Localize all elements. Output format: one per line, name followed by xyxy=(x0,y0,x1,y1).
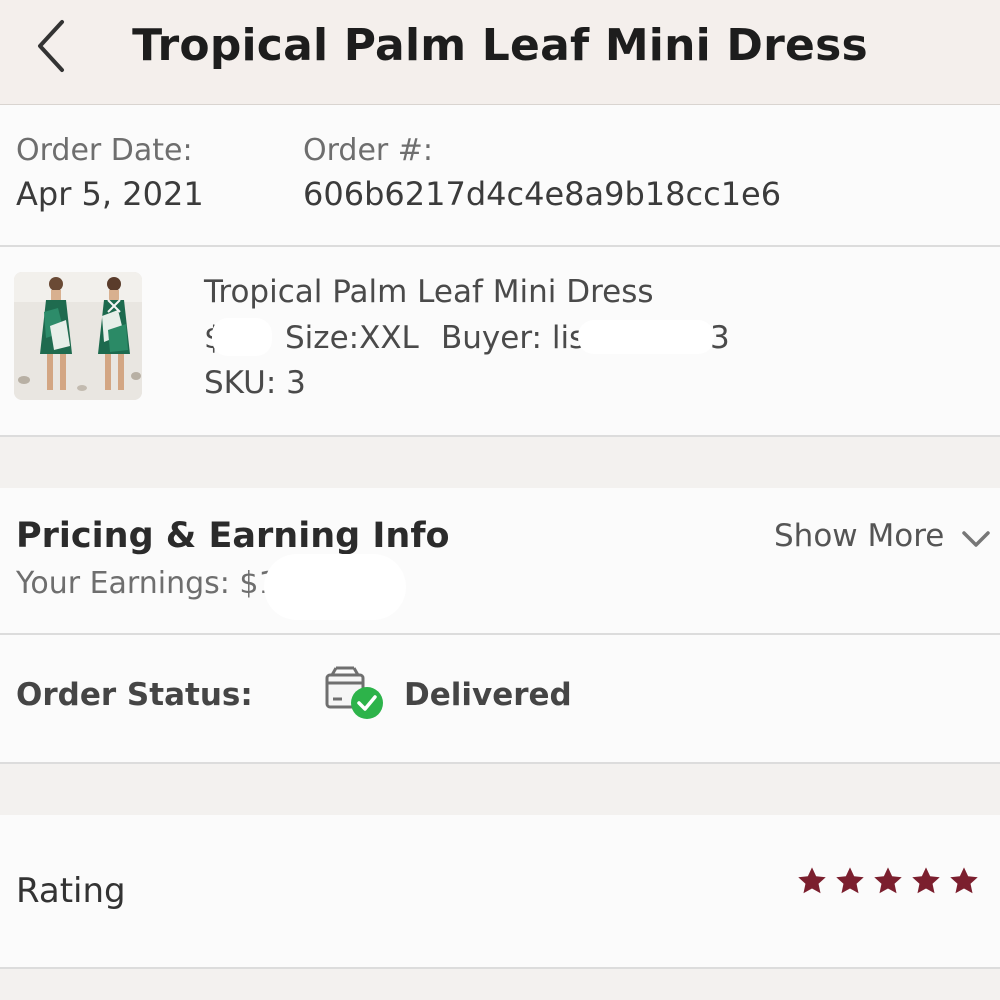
delivered-box-icon xyxy=(325,666,383,719)
pricing-section: Pricing & Earning Info Your Earnings: $1… xyxy=(0,488,1000,634)
product-thumbnail[interactable] xyxy=(14,272,142,400)
dress-image xyxy=(14,272,142,400)
earnings-label: Your Earnings: $1 xyxy=(16,566,278,601)
buyer-name-start: Buyer: lis xyxy=(441,320,586,356)
show-more-button[interactable]: Show More xyxy=(772,514,994,564)
order-status-label: Order Status: xyxy=(16,677,253,713)
rating-stars xyxy=(796,865,986,901)
rating-section: Rating xyxy=(0,815,1000,968)
product-sku: SKU: 3 xyxy=(204,365,306,401)
divider xyxy=(0,435,1000,437)
redaction-mark xyxy=(264,554,406,620)
redaction-mark xyxy=(578,320,714,354)
order-info-section: Order Date: Apr 5, 2021 Order #: 606b621… xyxy=(0,105,1000,436)
pricing-title: Pricing & Earning Info xyxy=(16,516,450,556)
chevron-down-icon xyxy=(962,531,990,547)
redaction-mark xyxy=(212,318,272,356)
order-number-label: Order #: xyxy=(303,133,434,168)
star-icon xyxy=(798,867,826,894)
product-name: Tropical Palm Leaf Mini Dress xyxy=(204,274,654,310)
divider xyxy=(0,762,1000,764)
order-date-label: Order Date: xyxy=(16,133,193,168)
star-icon xyxy=(836,867,864,894)
star-icon xyxy=(950,867,978,894)
order-status-section: Order Status: Delivered xyxy=(0,635,1000,763)
rating-label: Rating xyxy=(16,871,126,911)
product-size: Size:XXL xyxy=(285,320,419,356)
show-more-label: Show More xyxy=(774,518,945,554)
order-detail-screen: Tropical Palm Leaf Mini Dress Order Date… xyxy=(0,0,1000,1000)
star-icon xyxy=(912,867,940,894)
divider xyxy=(0,245,1000,247)
order-status-value: Delivered xyxy=(404,677,572,713)
order-date-value: Apr 5, 2021 xyxy=(16,175,204,213)
star-icon xyxy=(874,867,902,894)
order-number-value: 606b6217d4c4e8a9b18cc1e6 xyxy=(303,175,782,213)
header-bar: Tropical Palm Leaf Mini Dress xyxy=(0,0,1000,105)
divider xyxy=(0,967,1000,969)
page-title: Tropical Palm Leaf Mini Dress xyxy=(132,20,868,71)
